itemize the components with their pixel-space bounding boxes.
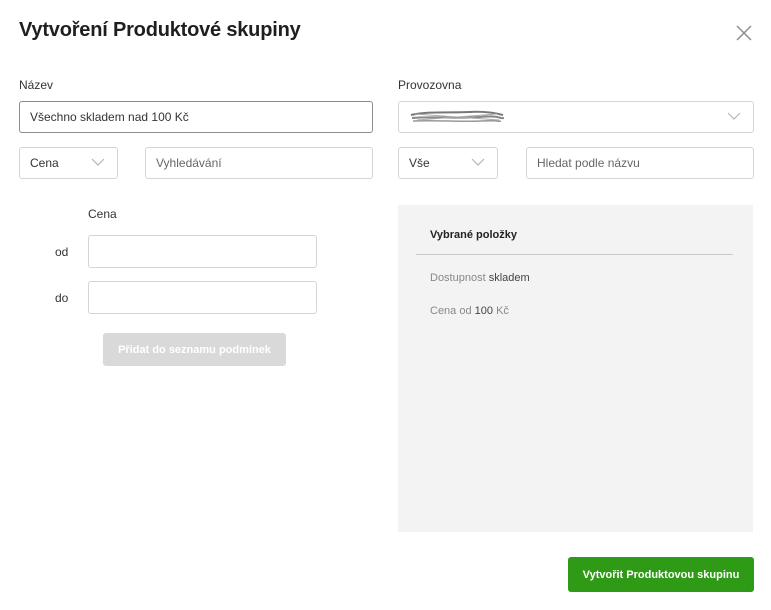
right-type-select-value: Vše	[409, 156, 430, 170]
left-search-placeholder: Vyhledávání	[156, 156, 222, 170]
left-type-select[interactable]: Cena	[19, 147, 118, 179]
left-type-select-value: Cena	[30, 156, 59, 170]
branch-select[interactable]	[398, 101, 754, 133]
condition-item: Dostupnost skladem	[430, 272, 530, 284]
divider	[416, 254, 733, 255]
price-from-label: od	[55, 245, 69, 259]
chevron-down-icon	[91, 158, 105, 166]
chevron-down-icon	[471, 158, 485, 166]
dialog-title: Vytvoření Produktové skupiny	[19, 19, 301, 41]
condition-item: Cena od 100 Kč	[430, 305, 509, 317]
branch-label: Provozovna	[398, 78, 462, 92]
create-product-group-button[interactable]: Vytvořit Produktovou skupinu	[568, 557, 754, 592]
selected-items-title: Vybrané položky	[430, 229, 518, 241]
left-search-input[interactable]: Vyhledávání	[145, 147, 373, 179]
price-to-label: do	[55, 291, 69, 305]
add-condition-button[interactable]: Přidat do seznamu podmínek	[103, 333, 286, 366]
price-to-input[interactable]	[88, 281, 317, 314]
selected-items-panel: Vybrané položky Dostupnost skladem Cena …	[398, 205, 753, 532]
chevron-down-icon	[727, 112, 741, 120]
price-from-input[interactable]	[88, 235, 317, 268]
right-search-placeholder: Hledat podle názvu	[537, 156, 640, 170]
close-icon[interactable]	[735, 24, 753, 42]
redacted-value-icon	[410, 110, 505, 123]
right-type-select[interactable]: Vše	[398, 147, 498, 179]
price-heading: Cena	[88, 207, 117, 221]
right-search-input[interactable]: Hledat podle názvu	[526, 147, 754, 179]
name-input[interactable]: Všechno skladem nad 100 Kč	[19, 101, 373, 133]
name-input-value: Všechno skladem nad 100 Kč	[30, 110, 189, 124]
name-label: Název	[19, 78, 54, 92]
